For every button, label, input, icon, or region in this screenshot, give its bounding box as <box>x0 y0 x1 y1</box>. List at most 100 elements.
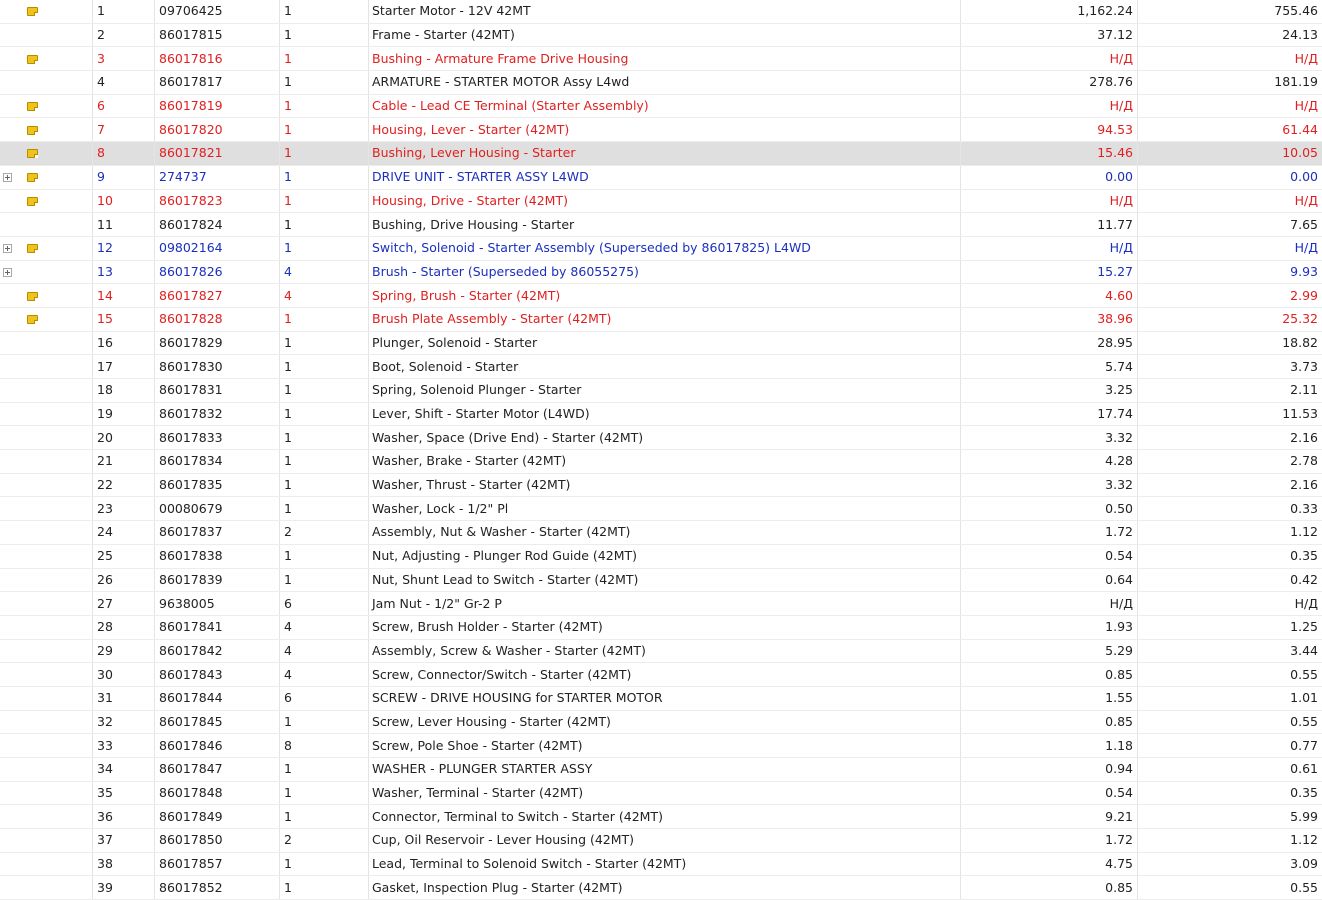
table-row[interactable]: 31 86017844 6 SCREW - DRIVE HOUSING for … <box>0 686 1322 710</box>
table-row[interactable]: 23 00080679 1 Washer, Lock - 1/2" Pl 0.5… <box>0 497 1322 521</box>
expand-cell <box>0 118 19 142</box>
note-cell <box>19 236 93 260</box>
table-row[interactable]: 9 274737 1 DRIVE UNIT - STARTER ASSY L4W… <box>0 165 1322 189</box>
price: 1.18 <box>961 734 1138 758</box>
row-number: 38 <box>93 852 155 876</box>
table-row[interactable]: 24 86017837 2 Assembly, Nut & Washer - S… <box>0 521 1322 545</box>
table-row[interactable]: 8 86017821 1 Bushing, Lever Housing - St… <box>0 142 1322 166</box>
description: ARMATURE - STARTER MOTOR Assy L4wd <box>369 71 961 95</box>
expand-plus-icon[interactable] <box>3 244 12 253</box>
note-cell <box>19 379 93 403</box>
quantity: 1 <box>280 497 369 521</box>
note-icon[interactable] <box>27 173 38 182</box>
quantity: 1 <box>280 0 369 23</box>
note-icon[interactable] <box>27 197 38 206</box>
price: 0.85 <box>961 876 1138 900</box>
table-row[interactable]: 18 86017831 1 Spring, Solenoid Plunger -… <box>0 379 1322 403</box>
quantity: 6 <box>280 592 369 616</box>
table-row[interactable]: 36 86017849 1 Connector, Terminal to Swi… <box>0 805 1322 829</box>
note-cell <box>19 23 93 47</box>
expand-cell <box>0 686 19 710</box>
table-row[interactable]: 33 86017846 8 Screw, Pole Shoe - Starter… <box>0 734 1322 758</box>
price: 5.29 <box>961 639 1138 663</box>
note-icon[interactable] <box>27 315 38 324</box>
expand-cell <box>0 497 19 521</box>
price-alt: 3.09 <box>1138 852 1322 876</box>
table-row[interactable]: 28 86017841 4 Screw, Brush Holder - Star… <box>0 615 1322 639</box>
description: Spring, Solenoid Plunger - Starter <box>369 379 961 403</box>
note-icon[interactable] <box>27 126 38 135</box>
price: 5.74 <box>961 355 1138 379</box>
description: Washer, Thrust - Starter (42MT) <box>369 473 961 497</box>
table-row[interactable]: 35 86017848 1 Washer, Terminal - Starter… <box>0 781 1322 805</box>
table-row[interactable]: 27 9638005 6 Jam Nut - 1/2" Gr-2 P Н/Д Н… <box>0 592 1322 616</box>
table-row[interactable]: 16 86017829 1 Plunger, Solenoid - Starte… <box>0 331 1322 355</box>
table-row[interactable]: 4 86017817 1 ARMATURE - STARTER MOTOR As… <box>0 71 1322 95</box>
note-icon[interactable] <box>27 102 38 111</box>
row-number: 9 <box>93 165 155 189</box>
note-cell <box>19 355 93 379</box>
note-cell <box>19 331 93 355</box>
table-row[interactable]: 6 86017819 1 Cable - Lead CE Terminal (S… <box>0 94 1322 118</box>
price-alt: 5.99 <box>1138 805 1322 829</box>
table-row[interactable]: 39 86017852 1 Gasket, Inspection Plug - … <box>0 876 1322 900</box>
price: 0.50 <box>961 497 1138 521</box>
note-cell <box>19 734 93 758</box>
row-number: 7 <box>93 118 155 142</box>
table-row[interactable]: 13 86017826 4 Brush - Starter (Supersede… <box>0 260 1322 284</box>
row-number: 8 <box>93 142 155 166</box>
table-row[interactable]: 34 86017847 1 WASHER - PLUNGER STARTER A… <box>0 758 1322 782</box>
table-row[interactable]: 15 86017828 1 Brush Plate Assembly - Sta… <box>0 307 1322 331</box>
note-icon[interactable] <box>27 7 38 16</box>
description: Cup, Oil Reservoir - Lever Housing (42MT… <box>369 829 961 853</box>
table-row[interactable]: 22 86017835 1 Washer, Thrust - Starter (… <box>0 473 1322 497</box>
price: Н/Д <box>961 94 1138 118</box>
quantity: 4 <box>280 663 369 687</box>
part-number: 86017835 <box>155 473 280 497</box>
table-row[interactable]: 11 86017824 1 Bushing, Drive Housing - S… <box>0 213 1322 237</box>
table-row[interactable]: 25 86017838 1 Nut, Adjusting - Plunger R… <box>0 544 1322 568</box>
part-number: 86017824 <box>155 213 280 237</box>
expand-cell <box>0 663 19 687</box>
table-row[interactable]: 2 86017815 1 Frame - Starter (42MT) 37.1… <box>0 23 1322 47</box>
row-number: 3 <box>93 47 155 71</box>
row-number: 18 <box>93 379 155 403</box>
table-row[interactable]: 20 86017833 1 Washer, Space (Drive End) … <box>0 426 1322 450</box>
part-number: 274737 <box>155 165 280 189</box>
table-row[interactable]: 3 86017816 1 Bushing - Armature Frame Dr… <box>0 47 1322 71</box>
table-row[interactable]: 7 86017820 1 Housing, Lever - Starter (4… <box>0 118 1322 142</box>
part-number: 86017850 <box>155 829 280 853</box>
row-number: 22 <box>93 473 155 497</box>
quantity: 1 <box>280 473 369 497</box>
table-row[interactable]: 32 86017845 1 Screw, Lever Housing - Sta… <box>0 710 1322 734</box>
expand-plus-icon[interactable] <box>3 173 12 182</box>
quantity: 1 <box>280 852 369 876</box>
note-icon[interactable] <box>27 55 38 64</box>
table-row[interactable]: 10 86017823 1 Housing, Drive - Starter (… <box>0 189 1322 213</box>
table-row[interactable]: 38 86017857 1 Lead, Terminal to Solenoid… <box>0 852 1322 876</box>
row-number: 1 <box>93 0 155 23</box>
table-row[interactable]: 19 86017832 1 Lever, Shift - Starter Mot… <box>0 402 1322 426</box>
table-row[interactable]: 29 86017842 4 Assembly, Screw & Washer -… <box>0 639 1322 663</box>
part-number: 86017816 <box>155 47 280 71</box>
note-icon[interactable] <box>27 244 38 253</box>
price: 28.95 <box>961 331 1138 355</box>
price: Н/Д <box>961 47 1138 71</box>
expand-cell <box>0 47 19 71</box>
price-alt: 1.25 <box>1138 615 1322 639</box>
table-row[interactable]: 1 09706425 1 Starter Motor - 12V 42MT 1,… <box>0 0 1322 23</box>
expand-plus-icon[interactable] <box>3 268 12 277</box>
expand-cell <box>0 805 19 829</box>
table-row[interactable]: 12 09802164 1 Switch, Solenoid - Starter… <box>0 236 1322 260</box>
note-icon[interactable] <box>27 292 38 301</box>
table-row[interactable]: 14 86017827 4 Spring, Brush - Starter (4… <box>0 284 1322 308</box>
quantity: 4 <box>280 615 369 639</box>
table-row[interactable]: 21 86017834 1 Washer, Brake - Starter (4… <box>0 450 1322 474</box>
table-row[interactable]: 37 86017850 2 Cup, Oil Reservoir - Lever… <box>0 829 1322 853</box>
price-alt: 1.12 <box>1138 521 1322 545</box>
table-row[interactable]: 30 86017843 4 Screw, Connector/Switch - … <box>0 663 1322 687</box>
row-number: 20 <box>93 426 155 450</box>
table-row[interactable]: 17 86017830 1 Boot, Solenoid - Starter 5… <box>0 355 1322 379</box>
table-row[interactable]: 26 86017839 1 Nut, Shunt Lead to Switch … <box>0 568 1322 592</box>
note-icon[interactable] <box>27 149 38 158</box>
